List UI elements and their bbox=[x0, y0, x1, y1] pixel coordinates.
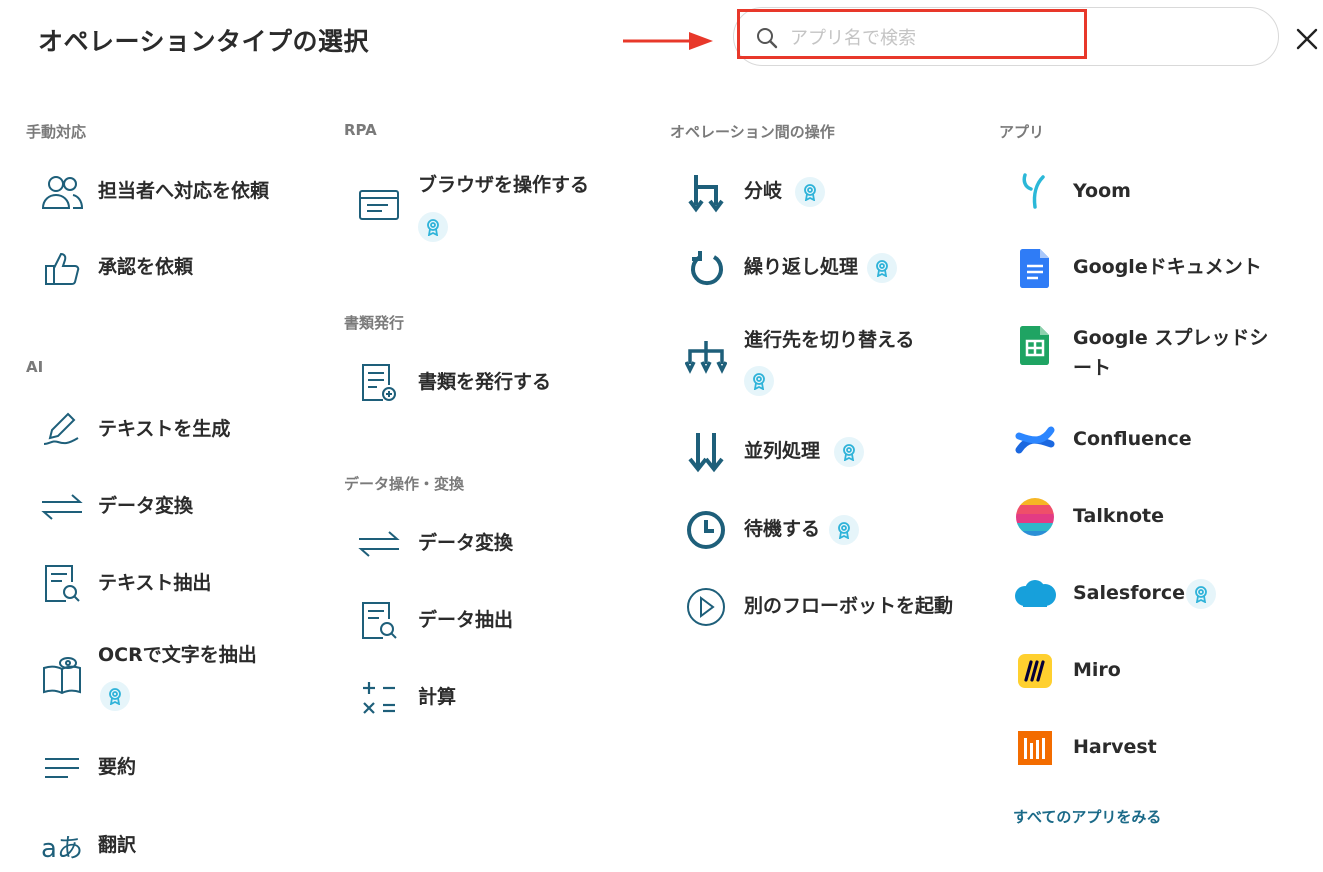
swap-arrows-icon bbox=[358, 531, 400, 557]
label: Yoom bbox=[1073, 180, 1131, 202]
section-docs: 書類発行 bbox=[344, 314, 405, 332]
loop-icon bbox=[691, 251, 723, 286]
google-sheets-icon bbox=[1020, 326, 1049, 365]
label: 別のフローボットを起動 bbox=[744, 595, 954, 617]
book-eye-icon bbox=[43, 657, 81, 695]
thumbs-up-icon bbox=[45, 252, 80, 285]
close-icon[interactable] bbox=[1294, 26, 1320, 52]
label: データ抽出 bbox=[418, 609, 514, 631]
search-box[interactable] bbox=[733, 7, 1279, 66]
talknote-logo-icon bbox=[1016, 498, 1054, 536]
miro-logo-icon bbox=[1018, 654, 1052, 688]
label: 計算 bbox=[418, 686, 457, 708]
label: Googleドキュメント bbox=[1073, 256, 1262, 278]
search-input[interactable] bbox=[788, 22, 1092, 54]
premium-badge-icon bbox=[795, 177, 825, 207]
section-apps: アプリ bbox=[999, 123, 1045, 141]
see-all-apps-link[interactable]: すべてのアプリをみる bbox=[1013, 806, 1161, 827]
arrow-right-icon bbox=[623, 32, 713, 50]
premium-badge-icon bbox=[418, 212, 448, 242]
clock-icon bbox=[687, 511, 725, 549]
salesforce-cloud-icon bbox=[1015, 580, 1056, 607]
confluence-logo-icon bbox=[1015, 426, 1055, 454]
label: 繰り返し処理 bbox=[744, 256, 859, 278]
label: テキスト抽出 bbox=[98, 572, 212, 594]
section-rpa: RPA bbox=[344, 121, 377, 139]
lines-icon bbox=[45, 758, 79, 778]
parallel-arrows-icon bbox=[688, 433, 724, 473]
pen-icon bbox=[43, 412, 79, 445]
swap-arrows-icon bbox=[41, 494, 83, 520]
users-icon bbox=[41, 176, 84, 209]
label: OCRで文字を抽出 bbox=[98, 644, 257, 666]
label: 承認を依頼 bbox=[98, 256, 194, 278]
section-data-ops: データ操作・変換 bbox=[344, 475, 465, 493]
google-docs-icon bbox=[1020, 249, 1049, 288]
route-switch-icon bbox=[685, 341, 727, 374]
play-circle-icon bbox=[687, 588, 725, 626]
label: Confluence bbox=[1073, 428, 1192, 450]
page-title: オペレーションタイプの選択 bbox=[38, 27, 370, 56]
translate-icon: aあ bbox=[41, 833, 83, 864]
branch-icon bbox=[688, 175, 724, 213]
calculator-icon bbox=[363, 682, 395, 714]
harvest-logo-icon bbox=[1018, 731, 1052, 765]
label: データ変換 bbox=[418, 532, 514, 554]
document-search-icon bbox=[45, 565, 80, 602]
label: 翻訳 bbox=[98, 834, 137, 856]
premium-badge-icon bbox=[744, 366, 774, 396]
document-add-icon bbox=[362, 364, 396, 401]
search-icon bbox=[757, 28, 778, 49]
premium-badge-icon bbox=[829, 515, 859, 545]
label: Talknote bbox=[1073, 505, 1165, 527]
browser-window-icon bbox=[359, 190, 399, 220]
label: 進行先を切り替える bbox=[744, 329, 915, 351]
label: 待機する bbox=[744, 518, 821, 540]
label: 分岐 bbox=[744, 180, 783, 202]
label: 書類を発行する bbox=[418, 371, 552, 393]
premium-badge-icon bbox=[1186, 579, 1216, 609]
premium-badge-icon bbox=[834, 437, 864, 467]
label: テキストを生成 bbox=[98, 418, 231, 440]
premium-badge-icon bbox=[100, 681, 130, 711]
label: ブラウザを操作する bbox=[418, 174, 590, 196]
label: Salesforce bbox=[1073, 582, 1186, 604]
label: 並列処理 bbox=[744, 440, 821, 462]
premium-badge-icon bbox=[867, 253, 897, 283]
label: 要約 bbox=[98, 756, 137, 778]
section-manual: 手動対応 bbox=[26, 123, 87, 141]
section-between-ops: オペレーション間の操作 bbox=[670, 123, 835, 141]
label: Harvest bbox=[1073, 736, 1157, 758]
label: 担当者へ対応を依頼 bbox=[98, 180, 270, 202]
yoom-logo-icon bbox=[1022, 173, 1045, 209]
label: Miro bbox=[1073, 659, 1121, 681]
section-ai: AI bbox=[26, 358, 44, 376]
label: Google スプレッドシート bbox=[1073, 327, 1269, 379]
label: データ変換 bbox=[98, 495, 194, 517]
document-search-icon bbox=[362, 602, 397, 639]
